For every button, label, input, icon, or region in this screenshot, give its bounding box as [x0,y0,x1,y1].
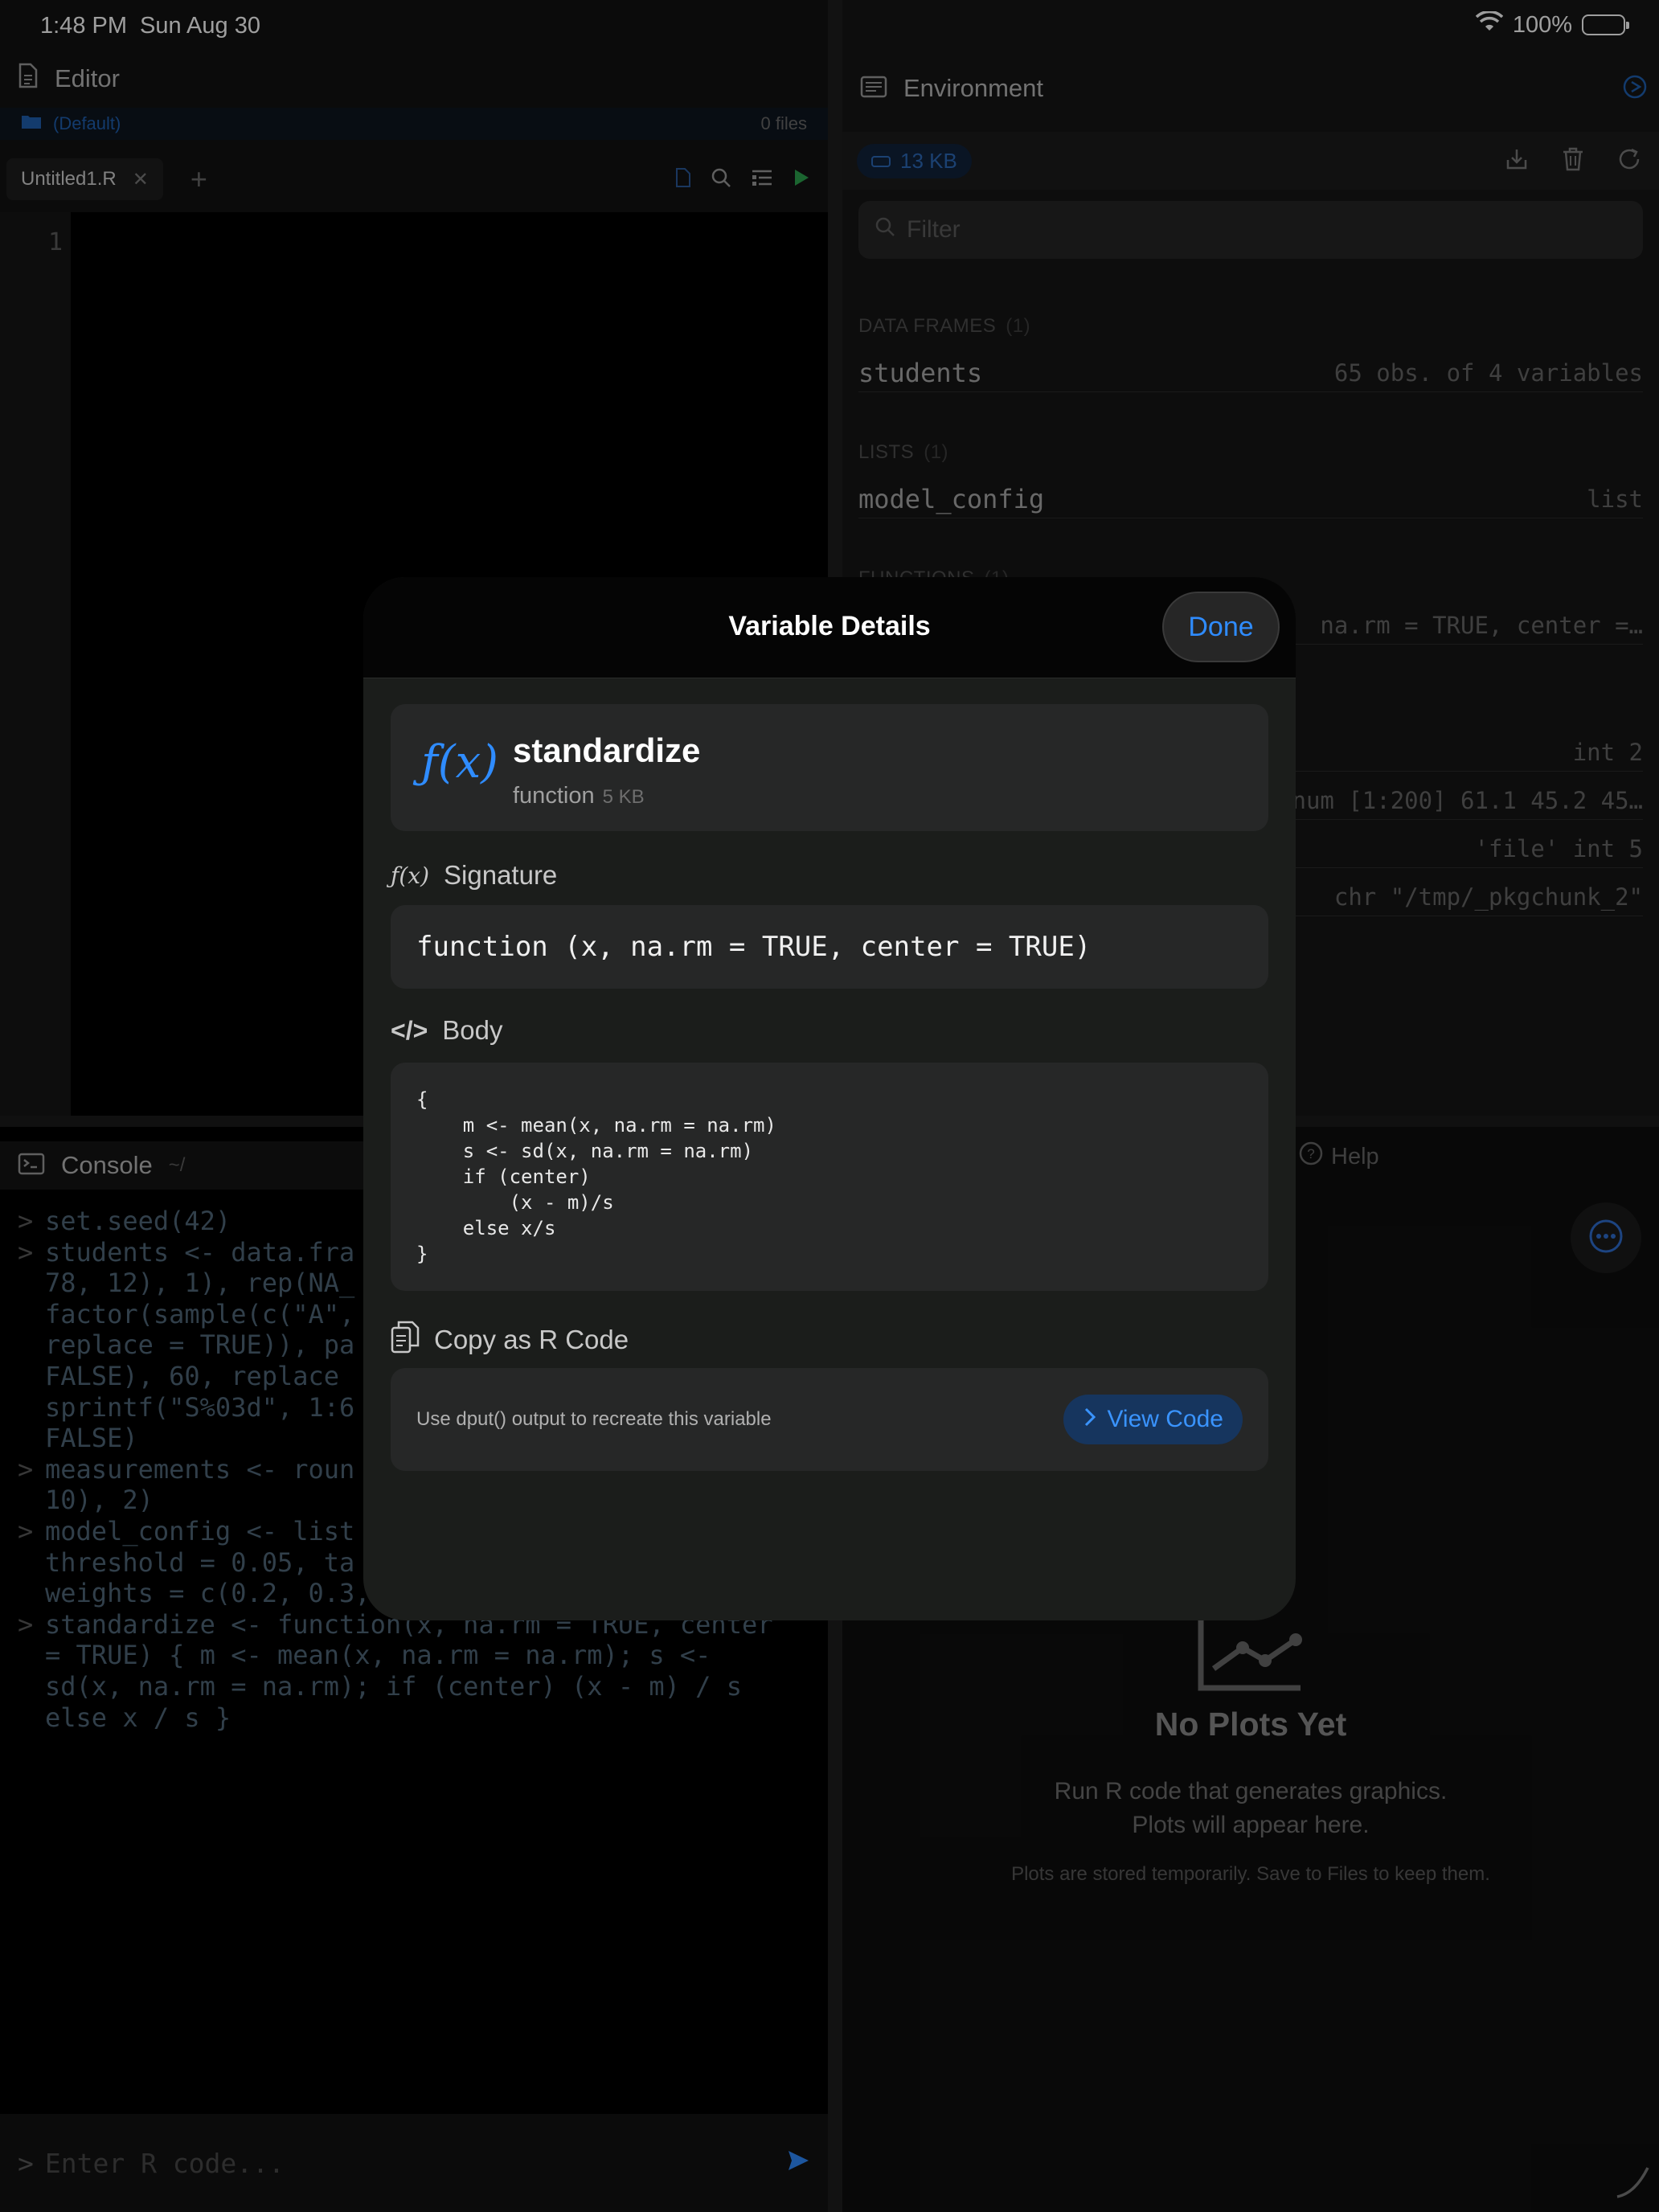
view-code-button[interactable]: View Code [1063,1395,1243,1444]
code-line: { [416,1088,428,1111]
chevron-right-icon [1084,1406,1096,1433]
view-code-label: View Code [1107,1406,1223,1432]
variable-summary-card: ƒ(x) standardize function 5 KB [391,704,1268,831]
body-label: Body [442,1015,503,1045]
signature-text: function (x, na.rm = TRUE, center = TRUE… [416,931,1092,963]
code-line: if (center) [416,1165,591,1188]
signature-card: function (x, na.rm = TRUE, center = TRUE… [391,905,1268,989]
code-line: else x/s [416,1217,556,1239]
done-button[interactable]: Done [1162,592,1280,662]
body-section-label: </> Body [391,1015,502,1046]
copy-label: Copy as R Code [434,1325,629,1354]
function-icon: ƒ(x) [421,736,499,789]
code-icon: </> [391,1015,428,1045]
code-line: m <- mean(x, na.rm = na.rm) [416,1114,776,1137]
code-line: s <- sd(x, na.rm = na.rm) [416,1140,754,1162]
copy-description: Use dput() output to recreate this varia… [416,1408,772,1430]
signature-label: Signature [444,860,558,890]
sheet-header: Variable Details Done [363,577,1296,678]
code-line: (x - m)/s [416,1191,614,1214]
sheet-title: Variable Details [728,611,931,641]
signature-section-label: ƒ(x) Signature [391,860,557,891]
copy-as-r-code-card: Use dput() output to recreate this varia… [391,1368,1268,1471]
copy-document-icon [391,1320,420,1360]
variable-type-line: function 5 KB [513,783,645,809]
copy-section-label: Copy as R Code [391,1320,629,1360]
function-icon: ƒ(x) [391,862,430,889]
variable-name: standardize [513,731,701,769]
body-code-card: { m <- mean(x, na.rm = na.rm) s <- sd(x,… [391,1063,1268,1291]
variable-size: 5 KB [602,786,645,808]
code-line: } [416,1243,428,1265]
variable-details-sheet: Variable Details Done ƒ(x) standardize f… [363,577,1296,1620]
variable-type: function [513,783,595,809]
